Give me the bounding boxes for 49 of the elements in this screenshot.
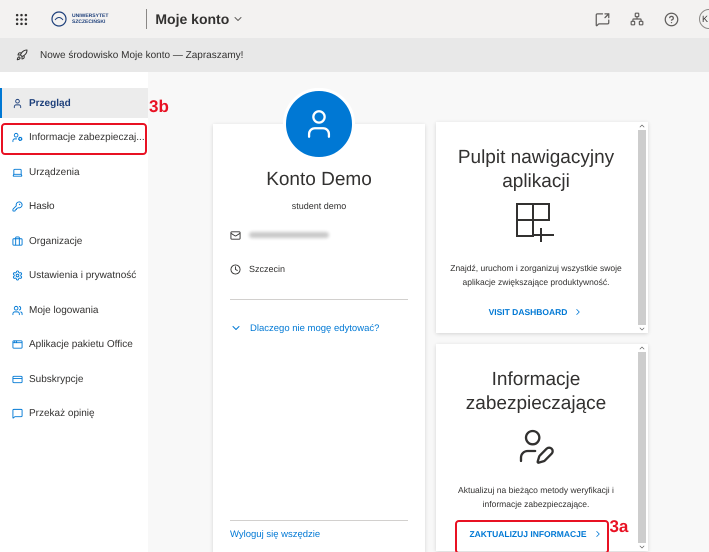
scrollbar[interactable] — [636, 122, 648, 333]
sidebar-icon — [12, 339, 23, 350]
sign-out-link[interactable]: Wyloguj się wszędzie — [230, 529, 408, 540]
profile-name: Konto Demo — [265, 169, 373, 191]
scrollbar[interactable] — [636, 344, 648, 551]
sidebar-icon — [12, 236, 23, 246]
rocket-icon — [16, 49, 28, 61]
scroll-up-icon[interactable] — [638, 122, 646, 130]
sidebar-item[interactable]: Przegląd — [0, 88, 148, 118]
sidebar-icon — [12, 304, 23, 316]
scroll-down-icon[interactable] — [638, 543, 646, 551]
help-icon[interactable] — [664, 12, 679, 26]
banner-text: Nowe środowisko Moje konto — Zapraszamy! — [40, 50, 244, 60]
sidebar-icon — [12, 166, 23, 178]
profile-subtitle: student demo — [290, 201, 348, 211]
card-title: Informacje zabezpieczające — [464, 368, 608, 416]
sidebar-item[interactable]: Hasło — [0, 192, 148, 222]
app-launcher-icon[interactable] — [14, 12, 29, 26]
location-text: Szczecin — [249, 264, 286, 274]
scroll-up-icon[interactable] — [638, 344, 646, 352]
sidebar-icon — [12, 408, 23, 419]
feedback-icon[interactable] — [595, 12, 610, 26]
app-title[interactable]: Moje konto — [155, 11, 230, 27]
sidebar-item[interactable]: Przekaż opinię — [0, 398, 148, 428]
edit-info-link[interactable]: Dlaczego nie mogę edytować? — [230, 322, 408, 334]
sidebar-icon — [12, 98, 23, 108]
sidebar-item[interactable]: Aplikacje pakietu Office — [0, 330, 148, 360]
clock-icon — [230, 264, 241, 274]
sidebar-icon — [12, 270, 23, 281]
university-logo-icon — [51, 11, 67, 27]
sidebar-item[interactable]: Organizacje — [0, 226, 148, 256]
organization-icon[interactable] — [630, 12, 644, 26]
user-avatar[interactable]: K — [699, 9, 709, 29]
sidebar-item[interactable]: Urządzenia — [0, 157, 148, 187]
scroll-down-icon[interactable] — [638, 325, 646, 333]
sidebar-icon — [12, 374, 23, 384]
sidebar-item[interactable]: Ustawienia i prywatność — [0, 260, 148, 290]
card-title: Pulpit nawigacyjny aplikacji — [456, 146, 616, 194]
card-description: Aktualizuj na bieżąco metody weryfikacji i informacje zabezpieczające. — [457, 484, 615, 511]
apps-grid-icon — [515, 202, 557, 244]
sidebar-icon — [12, 201, 23, 212]
sidebar-icon — [12, 132, 23, 143]
sidebar-item[interactable]: Subskrypcje — [0, 364, 148, 394]
annotation-label: 3a — [609, 517, 628, 537]
sidebar-item[interactable]: Informacje zabezpieczaj... — [0, 122, 148, 152]
sidebar-item[interactable]: Moje logowania — [0, 295, 148, 325]
card-description: Znajdź, uruchom i zorganizuj wszystkie swoje aplikacje zwiększające produktywność. — [449, 262, 623, 289]
annotation-label: 3b — [149, 96, 169, 116]
mail-icon — [230, 230, 241, 240]
